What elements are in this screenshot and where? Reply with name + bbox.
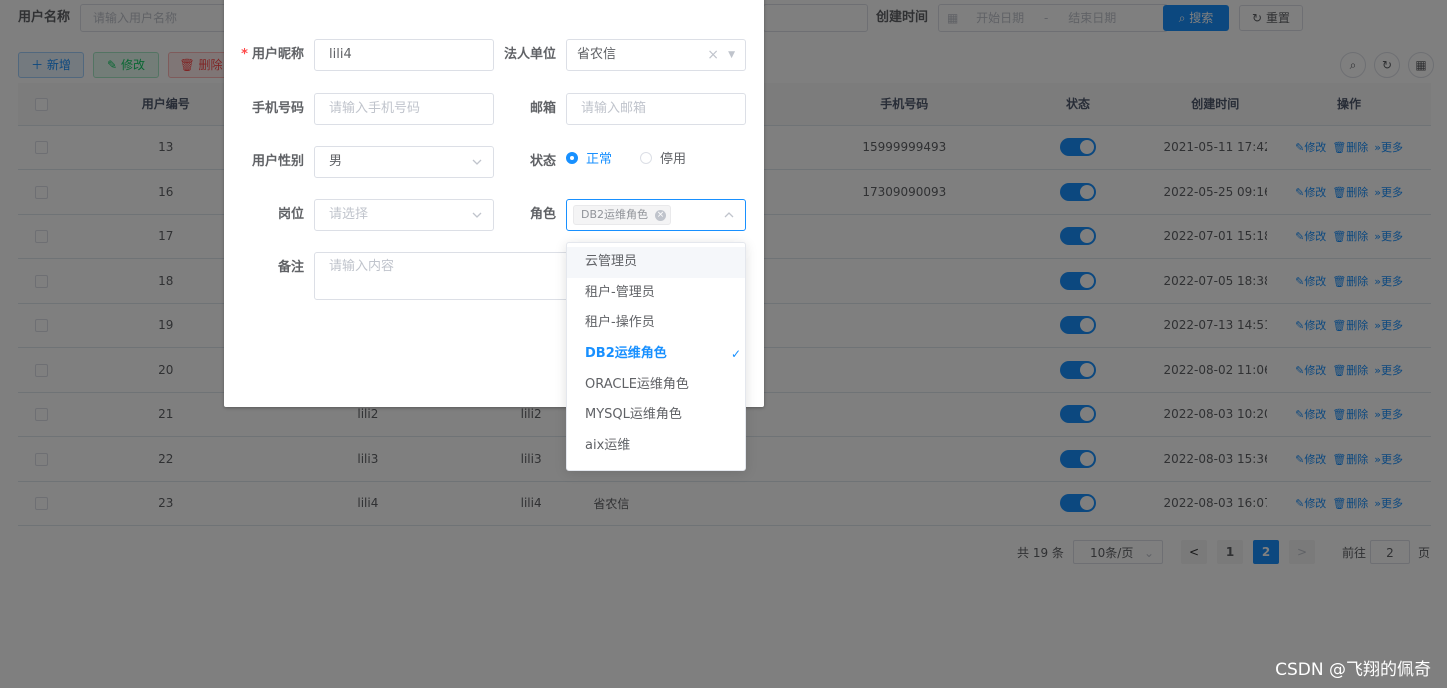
org-label: 法人单位	[503, 47, 556, 62]
remark-label: 备注	[277, 260, 304, 275]
status-normal-radio[interactable]: 正常	[566, 144, 612, 176]
role-tag: DB2运维角色 ×	[573, 205, 672, 225]
role-label: 角色	[529, 207, 556, 222]
status-label: 状态	[529, 154, 556, 169]
role-option[interactable]: 租户-管理员	[567, 278, 745, 309]
role-option[interactable]: MYSQL运维角色	[567, 400, 745, 431]
required-mark: *	[241, 47, 248, 62]
watermark: CSDN @飞翔的佩奇	[1275, 660, 1431, 680]
status-disabled-radio[interactable]: 停用	[640, 144, 686, 176]
radio-unchecked-icon	[640, 152, 652, 164]
chevron-down-icon	[472, 159, 482, 165]
tag-close-icon[interactable]: ×	[655, 210, 667, 221]
chevron-up-icon	[724, 212, 734, 218]
email-label: 邮箱	[529, 101, 556, 116]
role-option[interactable]: aix运维	[567, 431, 745, 462]
caret-down-icon: ▼	[728, 50, 735, 60]
nickname-label: * 用户昵称	[241, 47, 304, 62]
chevron-down-icon	[472, 212, 482, 218]
role-option[interactable]: 租户-操作员	[567, 308, 745, 339]
org-select[interactable]: 省农信 × ▼	[566, 39, 746, 71]
post-label: 岗位	[277, 207, 304, 222]
clear-icon[interactable]: ×	[707, 40, 719, 70]
gender-select[interactable]: 男	[314, 146, 494, 178]
role-option[interactable]: DB2运维角色 ✓	[567, 339, 745, 370]
email-input[interactable]: 请输入邮箱	[566, 93, 746, 125]
phone-label: 手机号码	[251, 101, 304, 116]
gender-label: 用户性别	[251, 154, 304, 169]
role-multiselect[interactable]: DB2运维角色 ×	[566, 199, 746, 231]
phone-input[interactable]: 请输入手机号码	[314, 93, 494, 125]
check-icon: ✓	[730, 347, 741, 362]
role-option[interactable]: ORACLE运维角色	[567, 370, 745, 401]
role-option[interactable]: 云管理员	[567, 247, 745, 278]
radio-checked-icon	[566, 152, 578, 164]
nickname-input[interactable]: lili4	[314, 39, 494, 71]
post-select[interactable]: 请选择	[314, 199, 494, 231]
role-dropdown: 云管理员 租户-管理员 租户-操作员 DB2运维角色 ✓ ORACLE运维角色 MYSQL运…	[566, 242, 746, 471]
